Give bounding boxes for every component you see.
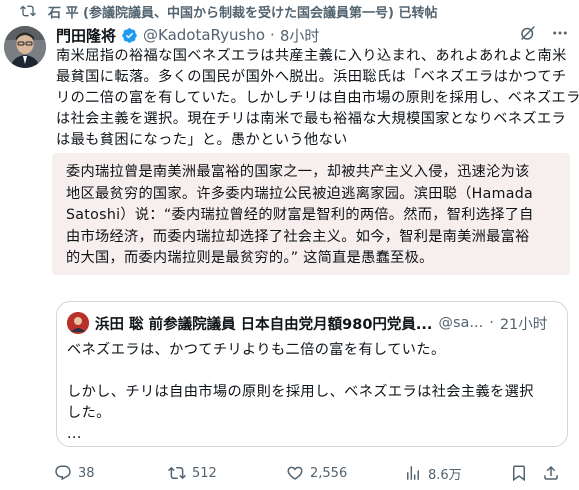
translation-line: Satoshi）说：“委内瑞拉曾经的财富是智利的两倍。然而，智利选择了自	[66, 207, 534, 223]
post-text-line: リの二倍の富を有していた。しかしチリは自由市場の原則を採用し、ベネズエラ	[56, 90, 579, 106]
translation-line: 的大国，而委内瑞拉则是最贫穷的。” 这简直是愚蠢至极。	[66, 250, 434, 266]
quoted-text-line: ベネズエラは、かつてチリよりも二倍の富を有していた。	[67, 342, 446, 358]
post-text: 南米屈指の裕福な国ベネズエラは共産主義に入り込まれ、あれよあれよと南米 最貧国に…	[56, 46, 579, 151]
share-icon	[544, 465, 558, 480]
author-handle[interactable]: @KadotaRyusho	[143, 26, 265, 44]
reply-button[interactable]: 38	[54, 464, 95, 482]
repost-text: 石 平 (参議院議員、中国から制裁を受けた国会議員第一号) 已转帖	[48, 5, 438, 21]
quoted-post-text: ベネズエラは、かつてチリよりも二倍の富を有していた。 しかし、チリは自由市場の原…	[67, 340, 557, 445]
quoted-author-avatar	[67, 312, 89, 334]
quoted-text-line: した。	[67, 405, 111, 421]
translation-line: 地区最贫穷的国家。许多委内瑞拉公民被迫逃离家园。滨田聪（Hamada	[66, 185, 534, 202]
verified-badge-icon[interactable]	[121, 27, 138, 44]
header-actions	[519, 24, 569, 42]
author-avatar[interactable]	[4, 26, 46, 68]
quoted-text-line: しかし、チリは自由市場の原則を採用し、ベネズエラは社会主義を選択	[67, 384, 534, 400]
author-name[interactable]: 門田隆将	[56, 25, 116, 46]
translation-block: 委内瑞拉曾是南美洲最富裕的国家之一，却被共产主义入侵，迅速沦为该 地区最贫穷的国…	[52, 153, 570, 275]
separator-dot: ·	[270, 26, 275, 44]
quoted-text-line	[67, 361, 557, 382]
heart-icon	[287, 466, 303, 480]
repost-icon	[168, 466, 186, 480]
post-text-line: 最貧国に転落。多くの国民が国外へ脱出。浜田聡氏は「ベネズエラはかつてチ	[56, 69, 567, 85]
post-time[interactable]: 8小时	[280, 25, 320, 46]
quoted-post-time: 21小时	[499, 316, 548, 333]
reply-count: 38	[78, 465, 95, 481]
views-chart-icon	[407, 466, 419, 480]
repost-indicator[interactable]: 石 平 (参議院議員、中国から制裁を受けた国会議員第一号) 已转帖	[20, 0, 437, 22]
repost-count: 512	[192, 465, 217, 481]
quoted-post-header: 浜田 聡 前参議院議員 日本自由党月額980円党員... @sa... · 21…	[67, 312, 547, 334]
translation-line: 委内瑞拉曾是南美洲最富裕的国家之一，却被共产主义入侵，迅速沦为该	[66, 164, 530, 180]
quoted-separator-dot: ·	[489, 315, 494, 331]
repost-button[interactable]: 512	[168, 464, 217, 482]
like-count: 2,556	[310, 465, 348, 481]
action-bar: 38 512 2,556 8.6万	[50, 462, 570, 484]
share-button[interactable]	[542, 464, 560, 482]
post-text-line: は社会主義を選択。現在チリは南米で最も裕福な大規模国家となりベネズエラ	[56, 111, 567, 127]
grok-icon[interactable]	[519, 24, 537, 42]
quoted-post[interactable]: 浜田 聡 前参議院議員 日本自由党月額980円党員... @sa... · 21…	[56, 301, 568, 447]
quoted-author-handle: @sa...	[438, 315, 484, 331]
post-text-line: は最も貧困になった」と。愚かという他ない	[56, 132, 348, 148]
bookmark-button[interactable]	[510, 464, 528, 482]
quoted-text-line: ...	[67, 426, 82, 442]
views-button[interactable]: 8.6万	[404, 464, 462, 483]
bookmark-icon	[513, 465, 525, 482]
views-count: 8.6万	[428, 467, 462, 483]
post-header: 門田隆将 @KadotaRyusho · 8小时	[56, 24, 319, 46]
quoted-author-name: 浜田 聡 前参議院議員 日本自由党月額980円党員...	[95, 316, 433, 333]
like-button[interactable]: 2,556	[286, 464, 347, 482]
translation-line: 由市场经济，而委内瑞拉却选择了社会主义。如今，智利是南美洲最富裕	[66, 228, 530, 245]
reply-icon	[55, 465, 71, 481]
post-text-line: 南米屈指の裕福な国ベネズエラは共産主義に入り込まれ、あれよあれよと南米	[56, 48, 567, 64]
repost-icon	[20, 5, 36, 17]
more-options-icon[interactable]	[551, 24, 569, 42]
